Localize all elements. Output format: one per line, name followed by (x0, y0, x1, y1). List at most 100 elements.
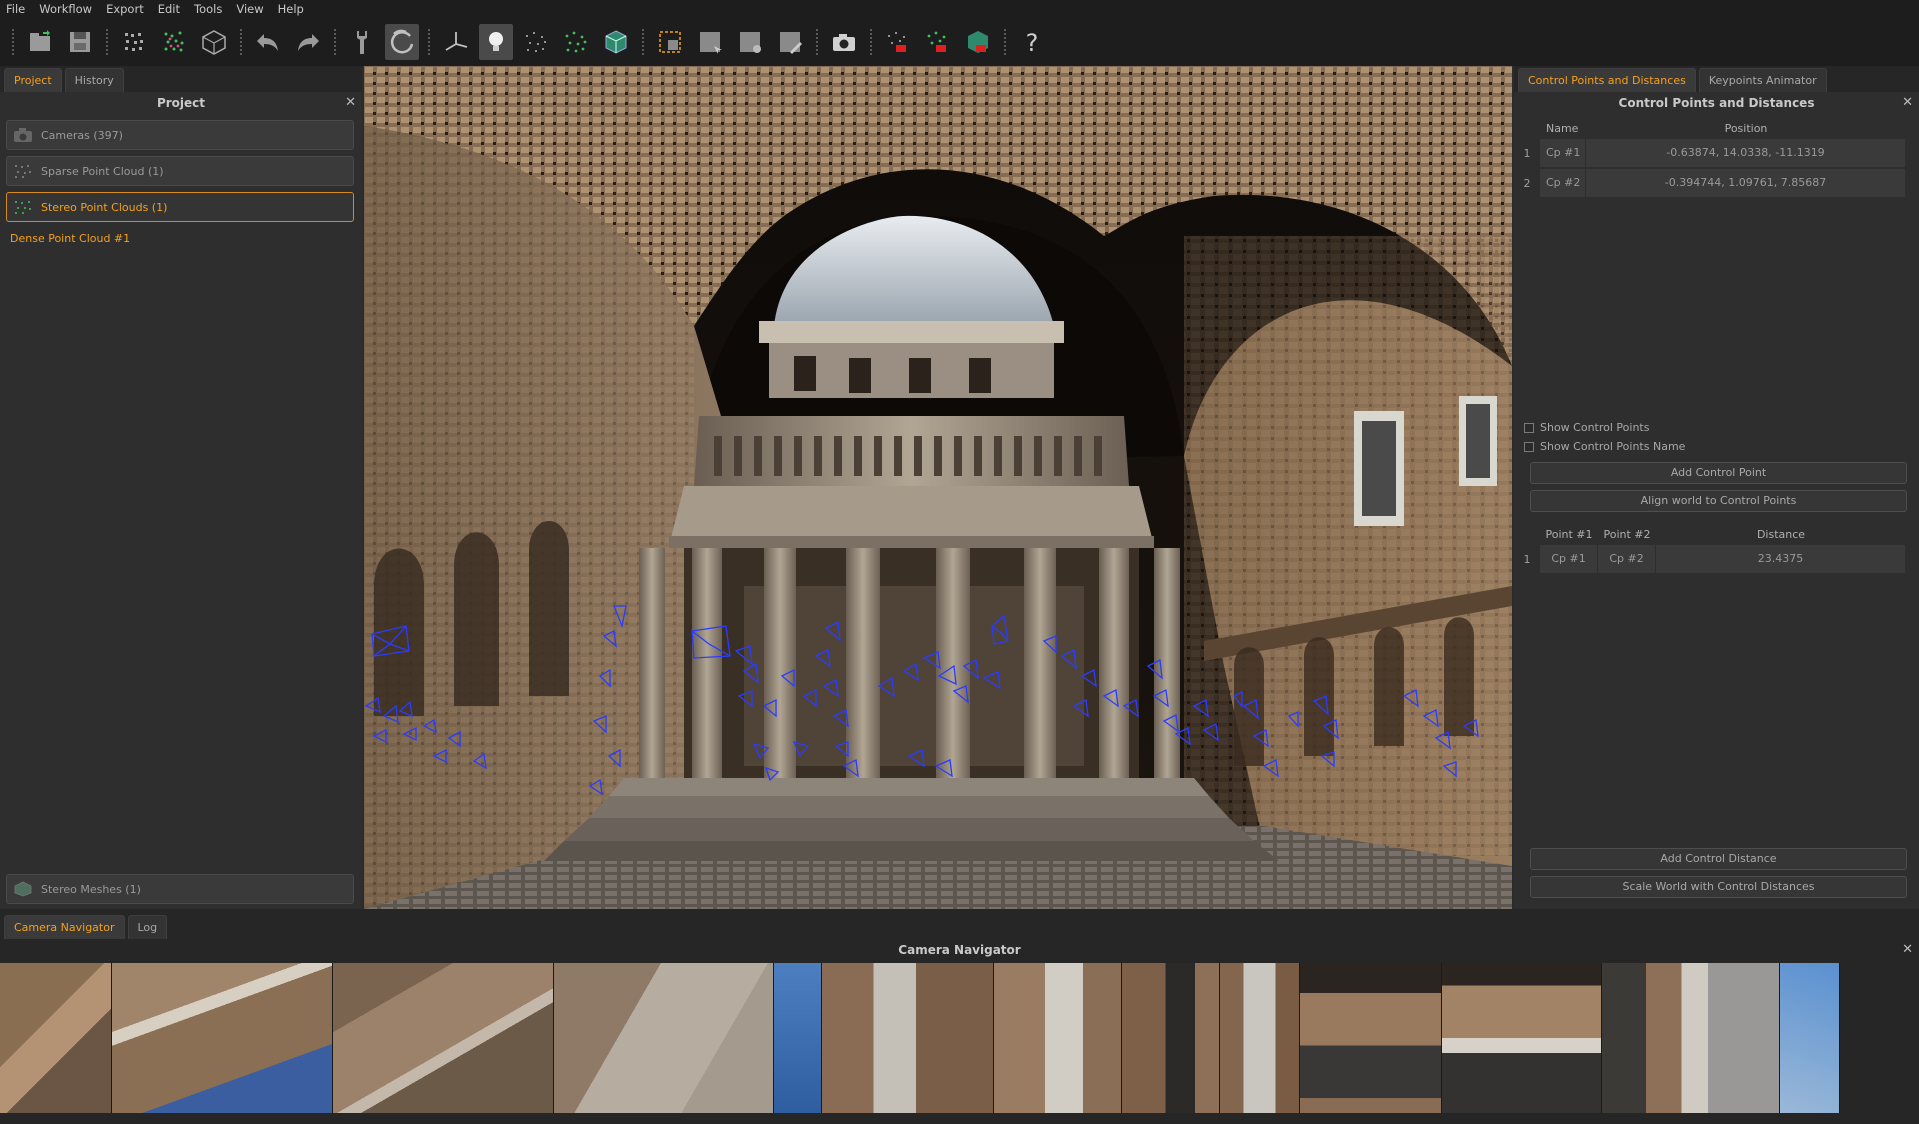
colored-points-icon[interactable] (559, 24, 593, 60)
close-icon[interactable]: ✕ (345, 92, 356, 114)
help-icon[interactable]: ? (1015, 24, 1049, 60)
show-control-points-name-option[interactable]: Show Control Points Name (1524, 437, 1919, 456)
camera-icon[interactable] (827, 24, 861, 60)
remove-colored-points-icon[interactable] (921, 24, 955, 60)
show-control-points-name-label: Show Control Points Name (1540, 440, 1686, 453)
show-control-points-checkbox[interactable] (1524, 422, 1534, 433)
cameras-label: Cameras (397) (41, 128, 123, 142)
camera-thumbnail[interactable] (0, 963, 112, 1113)
toolbar-grip[interactable] (12, 29, 14, 55)
toolbar-separator (106, 29, 108, 55)
select-box-icon[interactable] (693, 24, 727, 60)
row-index: 1 (1523, 552, 1531, 566)
select-lasso-icon[interactable] (733, 24, 767, 60)
tab-control-points[interactable]: Control Points and Distances (1518, 68, 1696, 92)
dense-cloud-icon[interactable] (157, 24, 191, 60)
camera-navigator-panel: Camera Navigator Log Camera Navigator ✕ (0, 909, 1919, 1124)
menu-workflow[interactable]: Workflow (39, 2, 92, 16)
close-icon[interactable]: ✕ (1902, 939, 1913, 961)
redo-icon[interactable] (291, 24, 325, 60)
box-icon[interactable] (599, 24, 633, 60)
menu-bar: File Workflow Export Edit Tools View Hel… (0, 0, 1919, 18)
distance-point1[interactable]: Cp #1 (1540, 545, 1598, 573)
menu-view[interactable]: View (236, 2, 263, 16)
distance-point2[interactable]: Cp #2 (1598, 545, 1656, 573)
stereo-clouds-item[interactable]: Stereo Point Clouds (1) (6, 192, 354, 222)
stereo-meshes-item[interactable]: Stereo Meshes (1) (6, 874, 354, 904)
undo-icon[interactable] (251, 24, 285, 60)
mesh-icon (14, 881, 32, 897)
remove-box-icon[interactable] (961, 24, 995, 60)
stereo-meshes-label: Stereo Meshes (1) (41, 882, 141, 896)
align-world-button[interactable]: Align world to Control Points (1530, 490, 1907, 512)
remove-points-icon[interactable] (881, 24, 915, 60)
light-icon[interactable] (479, 24, 513, 60)
menu-file[interactable]: File (6, 2, 25, 16)
header-point1: Point #1 (1545, 527, 1593, 541)
close-icon[interactable]: ✕ (1902, 92, 1913, 114)
header-position: Position (1724, 121, 1768, 135)
cameras-item[interactable]: Cameras (397) (6, 120, 354, 150)
camera-thumbnails (0, 963, 1919, 1113)
bottom-tabbar: Camera Navigator Log (0, 909, 1919, 939)
dense-cloud-link[interactable]: Dense Point Cloud #1 (10, 232, 362, 245)
save-icon[interactable] (63, 24, 97, 60)
tools-icon[interactable] (345, 24, 379, 60)
camera-thumbnail[interactable] (554, 963, 774, 1113)
menu-help[interactable]: Help (278, 2, 304, 16)
camera-thumbnail[interactable] (1122, 963, 1220, 1113)
sparse-cloud-item[interactable]: Sparse Point Cloud (1) (6, 156, 354, 186)
sparse-cloud-label: Sparse Point Cloud (1) (41, 164, 164, 178)
camera-thumbnail[interactable] (1602, 963, 1780, 1113)
show-control-points-label: Show Control Points (1540, 421, 1650, 434)
show-control-points-name-checkbox[interactable] (1524, 441, 1534, 452)
toolbar-separator (240, 29, 242, 55)
camera-thumbnail[interactable] (1300, 963, 1442, 1113)
toolbar-separator (816, 29, 818, 55)
menu-edit[interactable]: Edit (158, 2, 180, 16)
camera-thumbnail[interactable] (994, 963, 1122, 1113)
camera-thumbnail[interactable] (1780, 963, 1840, 1113)
camera-thumbnail[interactable] (333, 963, 554, 1113)
distance-value[interactable]: 23.4375 (1656, 545, 1906, 573)
points-icon[interactable] (519, 24, 553, 60)
toolbar-separator (428, 29, 430, 55)
tab-history[interactable]: History (64, 68, 124, 92)
camera-thumbnail[interactable] (1442, 963, 1602, 1113)
toolbar-separator (334, 29, 336, 55)
tab-log[interactable]: Log (127, 915, 168, 939)
point-cloud-render[interactable] (364, 66, 1512, 909)
add-control-point-button[interactable]: Add Control Point (1530, 462, 1907, 484)
table-row[interactable]: 2 Cp #2 -0.394744, 1.09761, 7.85687 (1514, 168, 1919, 198)
mesh-icon[interactable] (197, 24, 231, 60)
table-row[interactable]: 1 Cp #1 Cp #2 23.4375 (1514, 544, 1919, 574)
new-project-icon[interactable] (23, 24, 57, 60)
camera-thumbnail[interactable] (112, 963, 333, 1113)
select-region-icon[interactable] (653, 24, 687, 60)
menu-export[interactable]: Export (106, 2, 144, 16)
menu-tools[interactable]: Tools (194, 2, 222, 16)
show-control-points-option[interactable]: Show Control Points (1524, 418, 1919, 437)
camera-thumbnail[interactable] (774, 963, 822, 1113)
axes-icon[interactable] (439, 24, 473, 60)
row-index: 2 (1523, 176, 1531, 190)
camera-thumbnail[interactable] (822, 963, 994, 1113)
svg-text:?: ? (1026, 29, 1039, 56)
camera-thumbnail[interactable] (1220, 963, 1300, 1113)
tab-keypoints-animator[interactable]: Keypoints Animator (1698, 68, 1827, 92)
table-row[interactable]: 1 Cp #1 -0.63874, 14.0338, -11.1319 (1514, 138, 1919, 168)
sparse-cloud-icon[interactable] (117, 24, 151, 60)
add-control-distance-button[interactable]: Add Control Distance (1530, 848, 1907, 870)
orbit-icon[interactable] (385, 24, 419, 60)
cp-position[interactable]: -0.394744, 1.09761, 7.85687 (1586, 169, 1906, 197)
cp-name[interactable]: Cp #2 (1540, 169, 1586, 197)
cp-name[interactable]: Cp #1 (1540, 139, 1586, 167)
cp-position[interactable]: -0.63874, 14.0338, -11.1319 (1586, 139, 1906, 167)
header-name: Name (1546, 121, 1579, 135)
select-paint-icon[interactable] (773, 24, 807, 60)
tab-camera-navigator[interactable]: Camera Navigator (4, 915, 125, 939)
left-tabbar: Project History (0, 66, 362, 92)
3d-viewport[interactable] (364, 66, 1512, 909)
scale-world-button[interactable]: Scale World with Control Distances (1530, 876, 1907, 898)
tab-project[interactable]: Project (4, 68, 62, 92)
